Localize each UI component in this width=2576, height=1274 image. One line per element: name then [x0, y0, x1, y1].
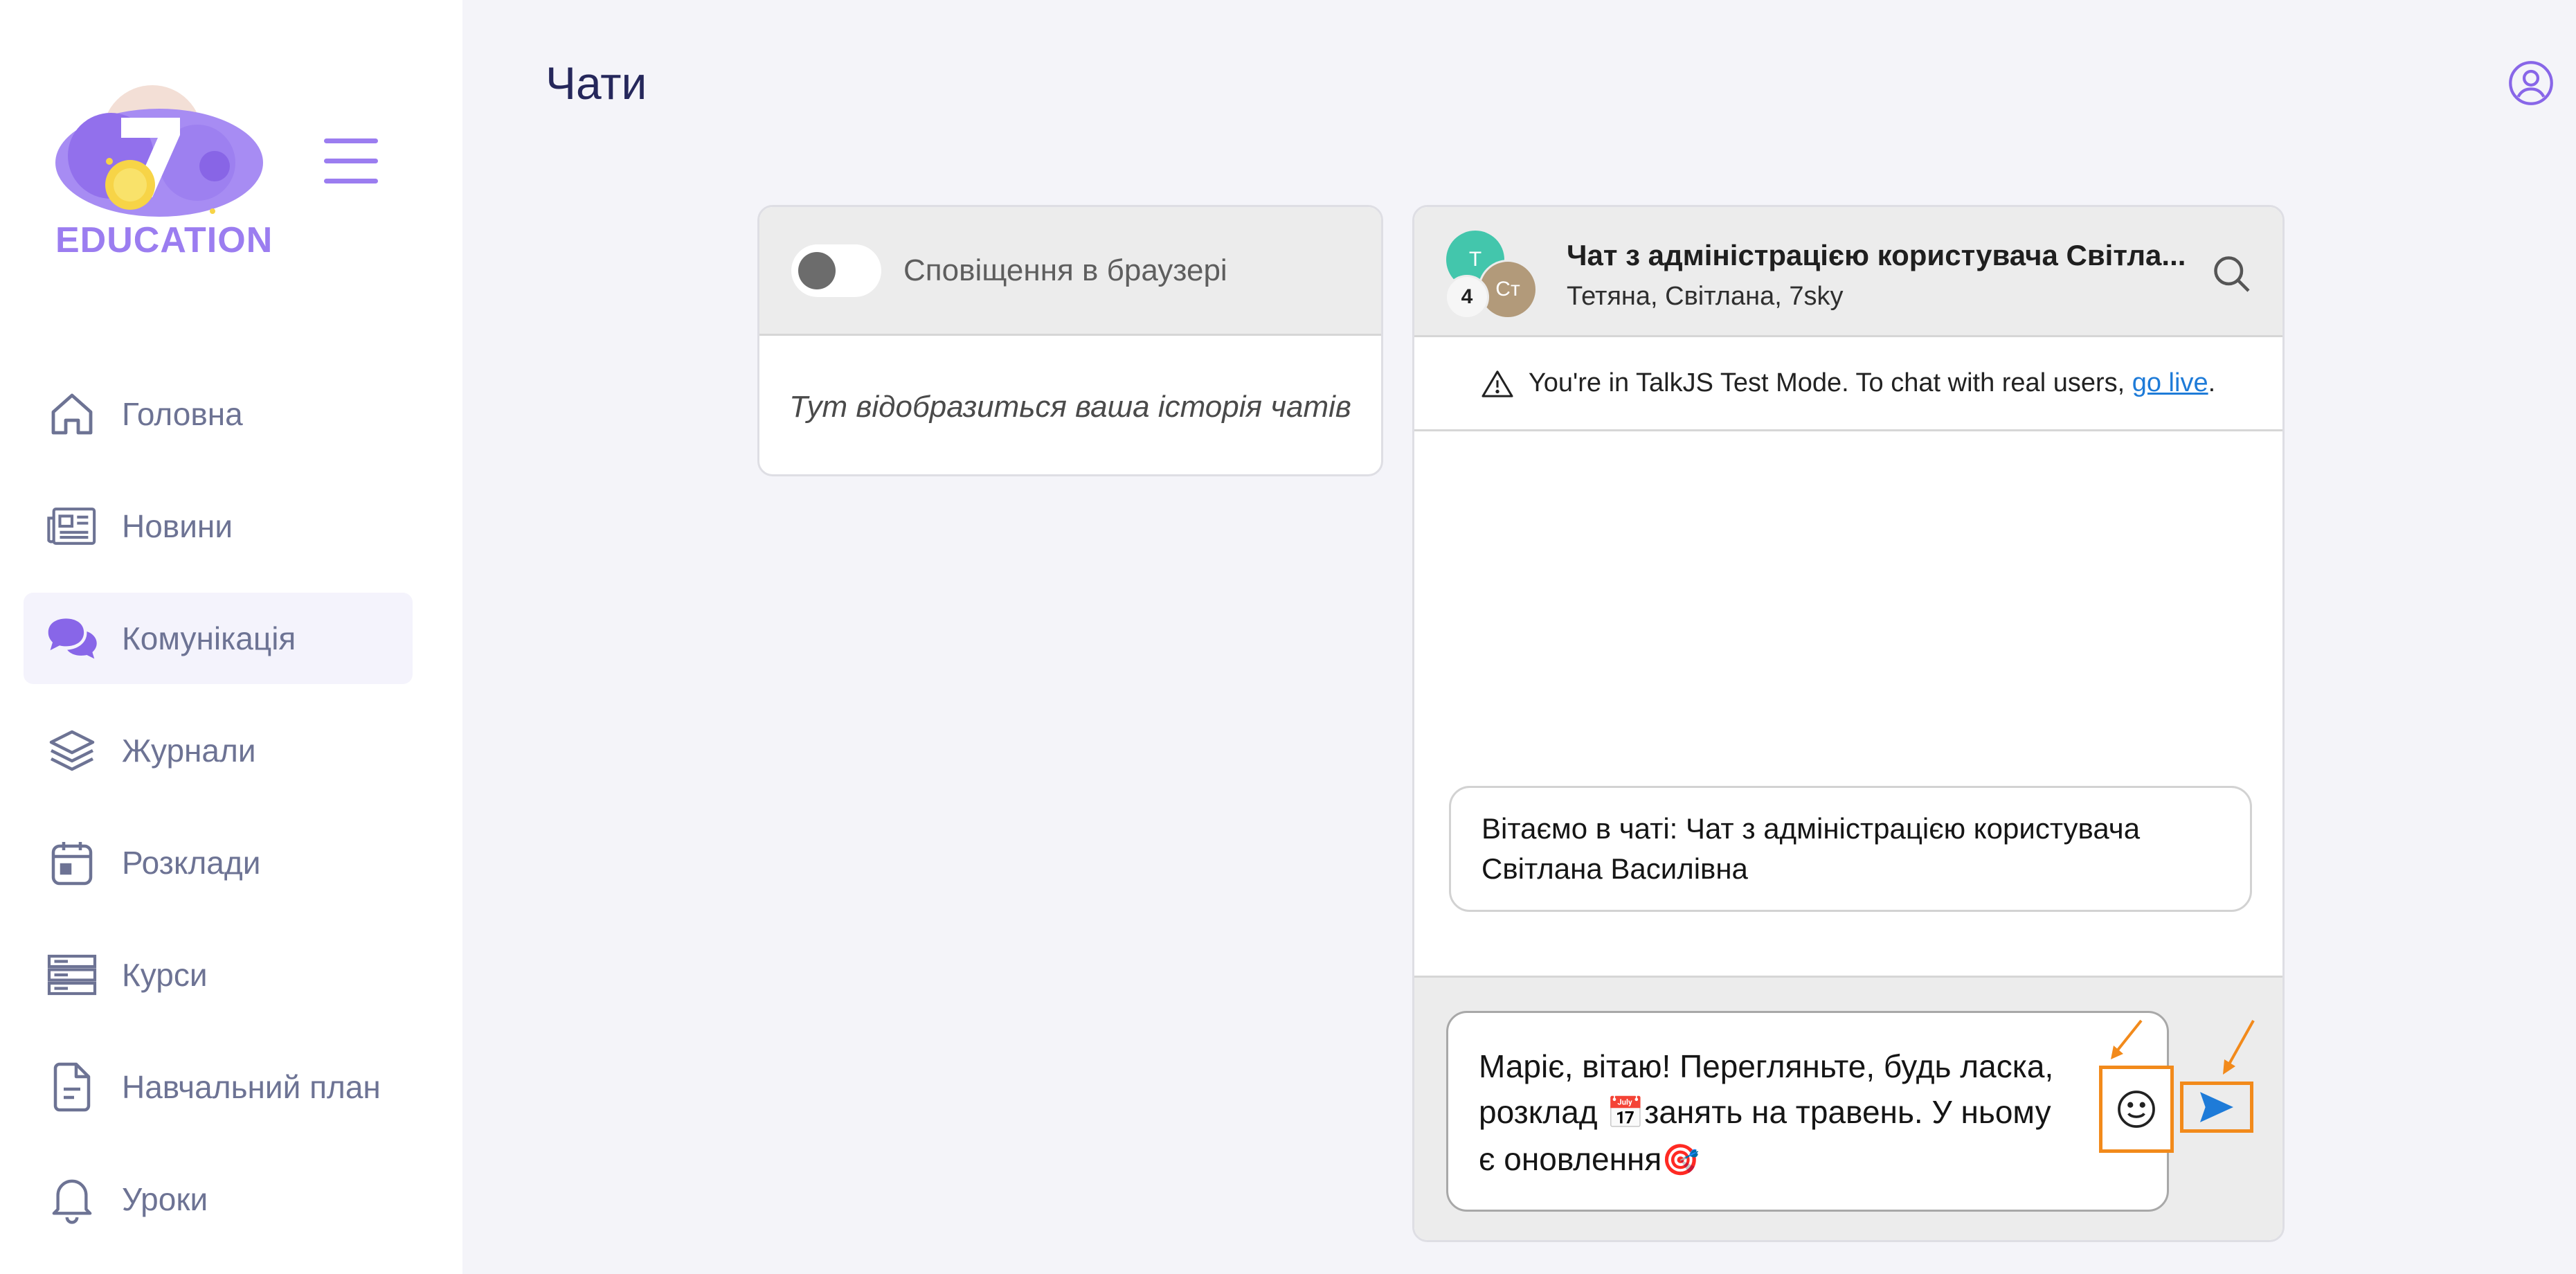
- chat-participants: Тетяна, Світлана, 7sky: [1567, 282, 1844, 311]
- send-button[interactable]: [2180, 1082, 2253, 1133]
- server-icon: [44, 947, 100, 1003]
- chat-list-panel: Сповіщення в браузері Тут відобразиться …: [757, 205, 1383, 476]
- sidebar-item-news[interactable]: Новини: [24, 481, 413, 572]
- calendar-icon: [44, 835, 100, 890]
- sidebar-item-label: Журнали: [122, 733, 256, 769]
- sidebar-nav: Головна Новини Комунікація Журнали Розкл…: [24, 368, 413, 1266]
- news-icon: [44, 499, 100, 554]
- user-profile-button[interactable]: [2507, 60, 2555, 107]
- notifications-label: Сповіщення в браузері: [903, 253, 1227, 287]
- page-title: Чати: [546, 57, 647, 109]
- sidebar-item-journals[interactable]: Журнали: [24, 705, 413, 796]
- smiley-icon: [2118, 1091, 2155, 1128]
- logo-text: EDUCATION: [55, 220, 273, 260]
- target-emoji: 🎯: [1661, 1143, 1700, 1177]
- sidebar-item-label: Уроки: [122, 1181, 208, 1217]
- welcome-message: Вітаємо в чаті: Чат з адміністрацією кор…: [1449, 786, 2252, 912]
- user-circle-icon: [2509, 61, 2553, 105]
- empty-history-text: Тут відобразиться ваша історія чатів: [789, 390, 1351, 424]
- education-logo[interactable]: EDUCATION: [48, 66, 273, 260]
- sidebar-item-courses[interactable]: Курси: [24, 929, 413, 1021]
- notifications-bar: Сповіщення в браузері: [759, 207, 1381, 336]
- chat-title: Чат з адміністрацією користувача Світла.…: [1567, 239, 2186, 271]
- sidebar-item-label: Розклади: [122, 845, 261, 881]
- sidebar-item-study-plan[interactable]: Навчальний план: [24, 1041, 413, 1133]
- banner-period: .: [2208, 368, 2216, 397]
- message-draft-text: Маріє, вітаю! Перегляньте, будь ласка, р…: [1479, 1043, 2074, 1183]
- cloud-logo-icon: [55, 85, 263, 217]
- test-mode-banner: You're in TalkJS Test Mode. To chat with…: [1414, 337, 2282, 431]
- send-icon: [2200, 1092, 2233, 1122]
- sidebar-item-label: Головна: [122, 396, 243, 432]
- sidebar-item-label: Навчальний план: [122, 1069, 381, 1105]
- browser-notifications-toggle[interactable]: [791, 244, 881, 297]
- sidebar-item-communication[interactable]: Комунікація: [24, 593, 413, 684]
- chat-search-button[interactable]: [2210, 253, 2252, 294]
- hamburger-line: [324, 159, 378, 163]
- home-icon: [44, 386, 100, 442]
- calendar-emoji: 📅: [1606, 1096, 1645, 1130]
- sidebar-item-schedules[interactable]: Розклади: [24, 817, 413, 908]
- annotation-arrow-icon: [2111, 1019, 2143, 1059]
- chat-bubbles-icon: [44, 611, 100, 666]
- sidebar-item-home[interactable]: Головна: [24, 368, 413, 460]
- layers-icon: [44, 723, 100, 778]
- menu-toggle-button[interactable]: [324, 138, 379, 184]
- sidebar-item-label: Комунікація: [122, 620, 296, 656]
- sidebar-item-label: Новини: [122, 508, 233, 544]
- chat-header: Т Ст 4 Чат з адміністрацією користувача …: [1414, 207, 2282, 337]
- document-icon: [44, 1059, 100, 1115]
- sidebar-item-label: Курси: [122, 957, 208, 993]
- sidebar-item-lessons[interactable]: Уроки: [24, 1154, 413, 1245]
- toggle-knob: [798, 251, 836, 289]
- warning-icon: [1481, 370, 1513, 397]
- composer-area: Маріє, вітаю! Перегляньте, будь ласка, р…: [1414, 976, 2282, 1240]
- hamburger-line: [324, 179, 378, 183]
- message-input[interactable]: Маріє, вітаю! Перегляньте, будь ласка, р…: [1446, 1011, 2174, 1212]
- search-icon: [2214, 256, 2250, 292]
- go-live-link[interactable]: go live: [2132, 368, 2208, 398]
- sidebar: EDUCATION Головна Новини Комунікація Жур…: [0, 0, 462, 1274]
- chat-panel: Т Ст 4 Чат з адміністрацією користувача …: [1412, 205, 2285, 1242]
- annotation-arrow-icon: [2223, 1020, 2255, 1075]
- bell-icon: [44, 1172, 100, 1227]
- participant-count-badge: 4: [1445, 275, 1489, 319]
- test-mode-text: You're in TalkJS Test Mode. To chat with…: [1528, 368, 2125, 397]
- emoji-picker-button[interactable]: [2099, 1066, 2174, 1153]
- hamburger-icon: [324, 138, 378, 143]
